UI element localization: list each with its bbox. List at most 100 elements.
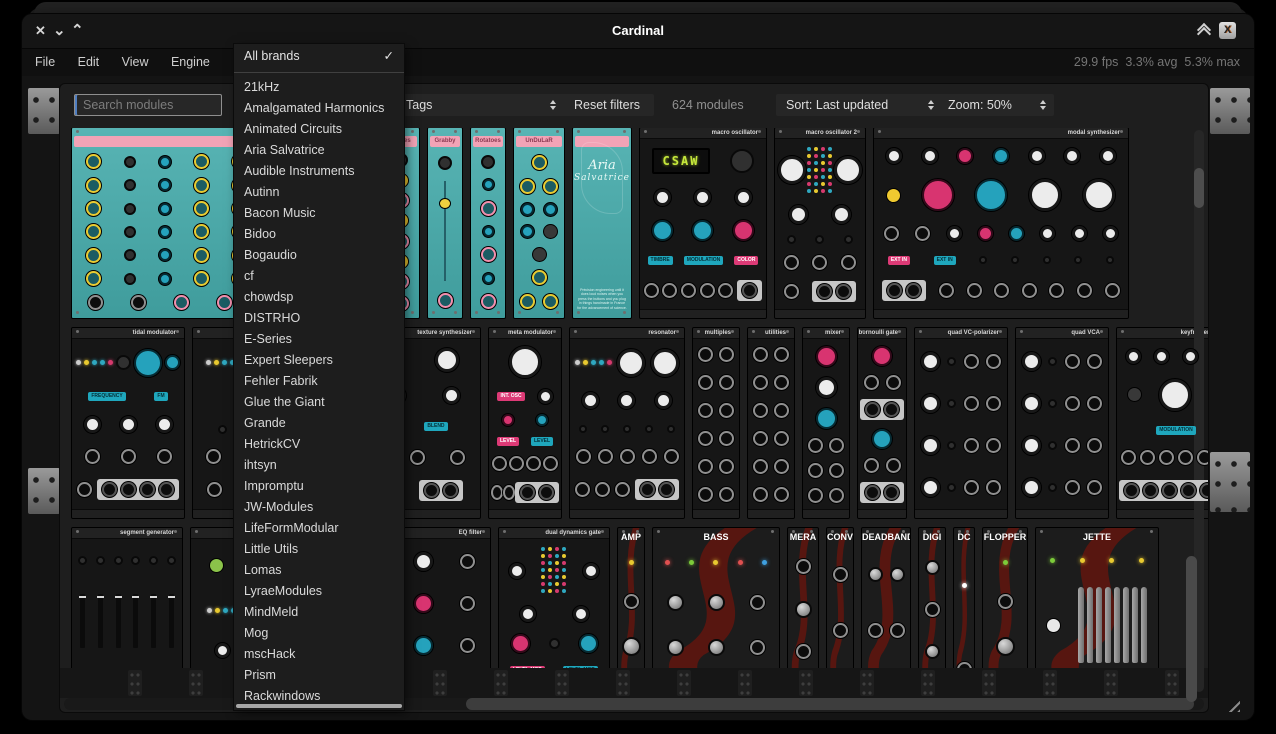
menu-item-aria-salvatrice[interactable]: Aria Salvatrice [234, 140, 404, 161]
reset-filters-button[interactable]: Reset filters [560, 94, 654, 116]
module-segment-generator[interactable]: segment generator [72, 528, 182, 668]
knob [1011, 256, 1019, 264]
zoom-select[interactable]: Zoom: 50% [938, 94, 1054, 116]
menu-item-lomas[interactable]: Lomas [234, 560, 404, 581]
control-row [805, 377, 847, 398]
menu-item-distrho[interactable]: DISTRHO [234, 308, 404, 329]
control-row: MODULATION [1119, 426, 1208, 435]
menu-item-grande[interactable]: Grande [234, 413, 404, 434]
module-mera[interactable]: MERA [788, 528, 818, 668]
module-deadband[interactable]: DEADBAND [862, 528, 910, 668]
module-undular[interactable]: UnDuLaR [514, 128, 564, 318]
menu-item-lyraemodules[interactable]: LyraeModules [234, 581, 404, 602]
module-flopper[interactable]: FLOPPER [983, 528, 1027, 668]
menu-item-lifeformmodular[interactable]: LifeFormModular [234, 518, 404, 539]
menu-edit[interactable]: Edit [69, 49, 109, 76]
menu-item-mindmeld[interactable]: MindMeld [234, 602, 404, 623]
search-input[interactable] [74, 94, 222, 116]
menu-item-bidoo[interactable]: Bidoo [234, 224, 404, 245]
module-bernoulli-gate[interactable]: bernoulli gate [858, 328, 906, 518]
jack-port [1140, 450, 1155, 465]
control-row [777, 147, 863, 194]
knob [511, 634, 530, 653]
control-row [1038, 558, 1156, 563]
window-title: Cardinal [22, 14, 1254, 48]
menu-item-mschack[interactable]: mscHack [234, 644, 404, 665]
knob [1029, 148, 1045, 164]
control-row [430, 181, 460, 281]
control-row [655, 594, 777, 611]
menu-item-jw-modules[interactable]: JW-Modules [234, 497, 404, 518]
resize-grip-icon[interactable] [1224, 696, 1240, 712]
vertical-scrollbar-thumb[interactable] [1194, 168, 1204, 208]
module-meta-modulator[interactable]: meta modulatorINT. OSCLEVELLEVEL [489, 328, 561, 518]
control-row [491, 482, 559, 503]
module-multiples[interactable]: multiples [693, 328, 739, 518]
module-conv[interactable]: CONV [827, 528, 853, 668]
module-modal-synthesizer[interactable]: modal synthesizerEXT INEXT IN [874, 128, 1128, 318]
module-quad-vca[interactable]: quad VCA [1016, 328, 1108, 518]
screw-icon [1019, 530, 1022, 533]
knob [116, 355, 131, 370]
menu-view[interactable]: View [113, 49, 158, 76]
module-digi[interactable]: DIGI [919, 528, 945, 668]
menu-item-bogaudio[interactable]: Bogaudio [234, 245, 404, 266]
menu-item-prism[interactable]: Prism [234, 665, 404, 686]
module-dual-dynamics-gate[interactable]: dual dynamics gateLEVEL MODLEVEL MOD [499, 528, 609, 668]
module-rotatoes[interactable]: Rotatoes [471, 128, 505, 318]
menu-item-mog[interactable]: Mog [234, 623, 404, 644]
module-keyframer-mixer[interactable]: keyframer/mixerMODULATION [1117, 328, 1208, 518]
control-row [956, 583, 972, 588]
module-grabby[interactable]: Grabby [428, 128, 462, 318]
menu-item-fehler-fabrik[interactable]: Fehler Fabrik [234, 371, 404, 392]
menu-item-glue-the-giant[interactable]: Glue the Giant [234, 392, 404, 413]
menu-item-little-utils[interactable]: Little Utils [234, 539, 404, 560]
module-resonator[interactable]: resonator [570, 328, 684, 518]
module-macro-oscillator[interactable]: macro oscillatorCSAWTIMBREMODULATIONCOLO… [640, 128, 766, 318]
module-amp[interactable]: AMP [618, 528, 644, 668]
jack-port [698, 459, 713, 474]
menu-item-ihtsyn[interactable]: ihtsyn [234, 455, 404, 476]
knob [483, 226, 494, 237]
menu-item-all-brands[interactable]: All brands ✓ [234, 44, 404, 69]
shade-icon[interactable] [1197, 25, 1210, 38]
menu-item-chowdsp[interactable]: chowdsp [234, 287, 404, 308]
tags-select[interactable]: Tags [396, 94, 564, 116]
menu-item-21khz[interactable]: 21kHz [234, 77, 404, 98]
menu-item-amalgamated-harmonics[interactable]: Amalgamated Harmonics [234, 98, 404, 119]
jack-port [829, 438, 844, 453]
module-utilities[interactable]: utilities [748, 328, 794, 518]
menu-file[interactable]: File [26, 49, 64, 76]
menu-item-bacon-music[interactable]: Bacon Music [234, 203, 404, 224]
menu-item-impromptu[interactable]: Impromptu [234, 476, 404, 497]
screw-icon [898, 330, 901, 333]
module-controls [430, 150, 460, 314]
jack-port [644, 283, 659, 298]
rack-scrollbar-thumb[interactable] [1186, 556, 1197, 702]
module-dc[interactable]: DC [954, 528, 974, 668]
menu-engine[interactable]: Engine [162, 49, 219, 76]
module-tidal-modulator[interactable]: tidal modulatorFREQUENCYFM [72, 328, 184, 518]
menu-item-autinn[interactable]: Autinn [234, 182, 404, 203]
knob [483, 179, 494, 190]
module-aria-salvatrice-blank[interactable]: AriaSalvatricePrécision engineering unti… [573, 128, 631, 318]
sort-select[interactable]: Sort: Last updated [776, 94, 942, 116]
led-indicator [599, 360, 604, 365]
module-mixer[interactable]: mixer [803, 328, 849, 518]
jack-port [217, 295, 232, 310]
menu-scroll-indicator[interactable] [236, 704, 402, 708]
button [887, 189, 900, 202]
control-row [74, 349, 182, 377]
menu-item-cf[interactable]: cf [234, 266, 404, 287]
module-bass[interactable]: BASS [653, 528, 779, 668]
module-macro-oscillator-2[interactable]: macro oscillator 2 [775, 128, 865, 318]
screw-icon [574, 511, 577, 514]
module-jette[interactable]: JETTE [1036, 528, 1158, 668]
menu-item-expert-sleepers[interactable]: Expert Sleepers [234, 350, 404, 371]
menu-item-e-series[interactable]: E-Series [234, 329, 404, 350]
horizontal-scrollbar-thumb[interactable] [466, 698, 1194, 710]
menu-item-hetrickcv[interactable]: HetrickCV [234, 434, 404, 455]
module-quad-vc-polarizer[interactable]: quad VC-polarizer [915, 328, 1007, 518]
menu-item-audible-instruments[interactable]: Audible Instruments [234, 161, 404, 182]
menu-item-animated-circuits[interactable]: Animated Circuits [234, 119, 404, 140]
